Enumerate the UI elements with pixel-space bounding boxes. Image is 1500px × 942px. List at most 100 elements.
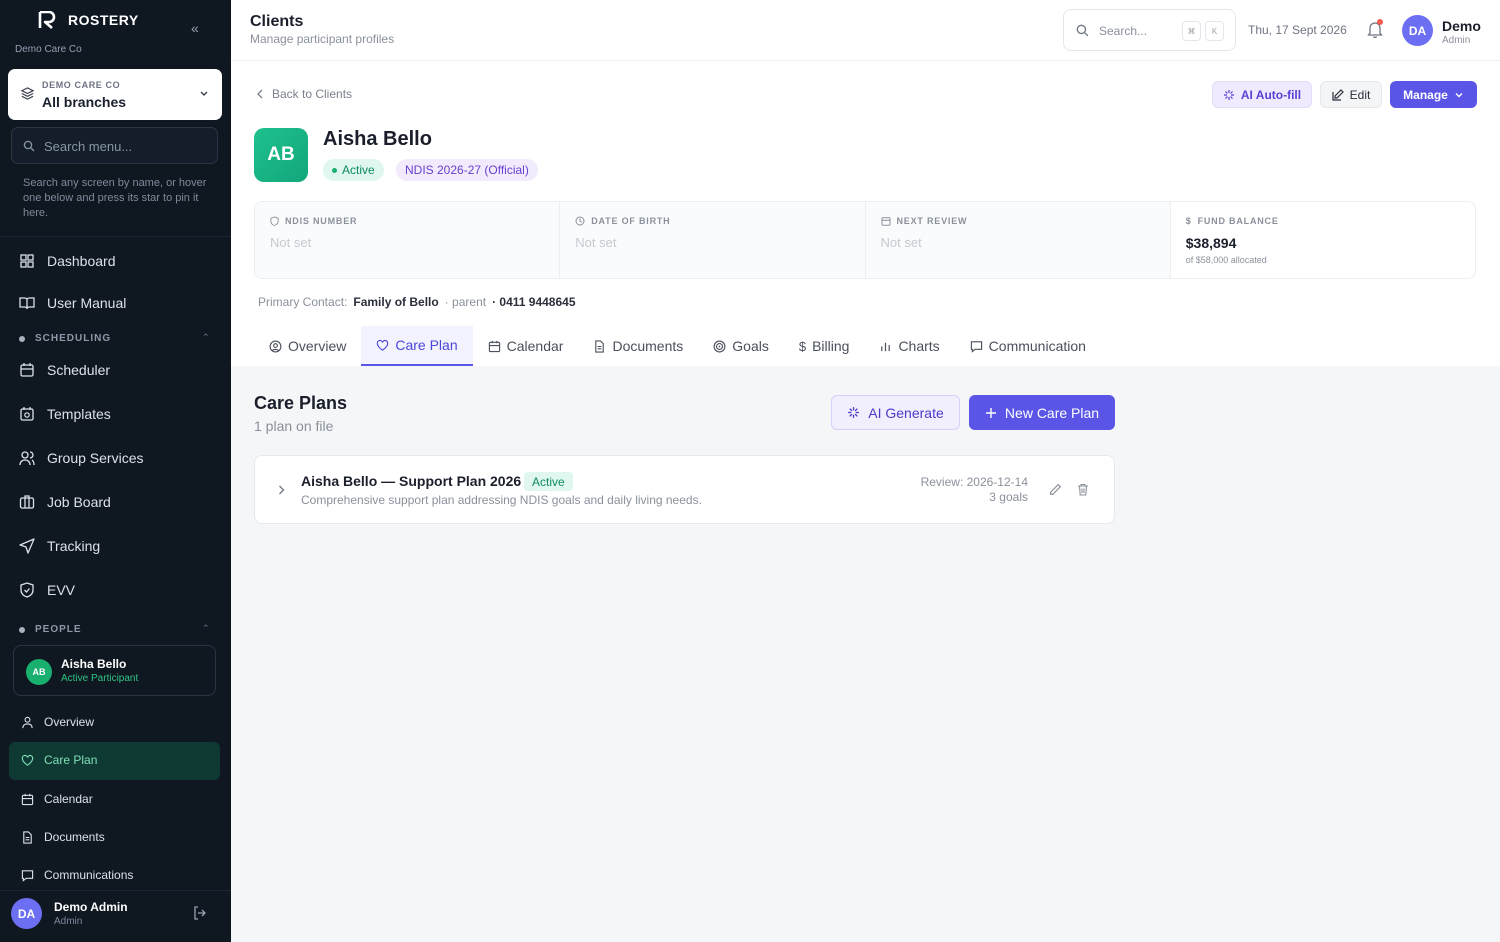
tab-calendar[interactable]: Calendar xyxy=(473,326,579,366)
sidebar: ROSTERY « Demo Care Co DEMO CARE CO All … xyxy=(0,0,231,942)
stat-key-label: DATE OF BIRTH xyxy=(591,216,671,226)
heart-icon xyxy=(377,339,389,351)
ai-generate-label: AI Generate xyxy=(868,404,944,421)
avatar[interactable]: DA xyxy=(11,898,42,929)
sidebar-item-communications[interactable]: Communications xyxy=(21,868,133,882)
section-people[interactable]: PEOPLE ⌃ xyxy=(19,623,210,635)
top-user-name[interactable]: Demo xyxy=(1442,18,1481,34)
sidebar-item-label: Job Board xyxy=(47,494,111,510)
section-scheduling[interactable]: SCHEDULING ⌃ xyxy=(19,332,210,344)
stat-key: $ FUND BALANCE xyxy=(1186,216,1279,226)
sidebar-divider xyxy=(0,236,231,237)
stat-value: Not set xyxy=(270,235,312,250)
stat-ndis-number: NDIS NUMBER Not set xyxy=(255,202,561,278)
edit-button[interactable]: Edit xyxy=(1320,81,1382,108)
sidebar-item-group-services[interactable]: Group Services xyxy=(19,450,143,466)
sidebar-item-user-manual[interactable]: User Manual xyxy=(19,295,126,311)
ai-generate-button[interactable]: AI Generate xyxy=(831,395,960,430)
sparkle-icon xyxy=(1223,89,1234,100)
calendar-icon xyxy=(488,340,500,352)
sidebar-item-dashboard[interactable]: Dashboard xyxy=(19,253,116,269)
care-plan-row[interactable]: Aisha Bello — Support Plan 2026 Active C… xyxy=(254,455,1115,524)
new-care-plan-label: New Care Plan xyxy=(1004,404,1100,421)
sidebar-item-evv[interactable]: EVV xyxy=(19,582,75,598)
navigation-icon xyxy=(19,538,35,554)
sidebar-item-documents[interactable]: Documents xyxy=(21,830,105,844)
message-icon xyxy=(21,869,34,882)
sidebar-item-scheduler[interactable]: Scheduler xyxy=(19,362,110,378)
branch-selector[interactable]: DEMO CARE CO All branches xyxy=(8,69,222,120)
edit-label: Edit xyxy=(1349,87,1371,102)
care-plans-title: Care Plans xyxy=(254,393,348,413)
contact-phone[interactable]: · 0411 9448645 xyxy=(492,295,575,309)
chevron-right-icon[interactable] xyxy=(277,484,286,496)
sidebar-item-label: Tracking xyxy=(47,538,101,554)
kbd-k: K xyxy=(1205,21,1224,41)
contact-relationship: · parent xyxy=(444,295,487,309)
trash-icon[interactable] xyxy=(1077,483,1089,496)
current-person-card[interactable]: AB Aisha Bello Active Participant xyxy=(13,645,216,696)
menu-search-placeholder: Search menu... xyxy=(44,139,133,154)
document-icon xyxy=(23,830,32,844)
stat-date-of-birth: DATE OF BIRTH Not set xyxy=(560,202,866,278)
tab-label: Overview xyxy=(288,338,347,354)
tab-label: Billing xyxy=(812,338,850,354)
sidebar-item-templates[interactable]: Templates xyxy=(19,406,111,422)
back-link[interactable]: Back to Clients xyxy=(256,87,352,101)
person-name: Aisha Bello xyxy=(61,657,127,671)
sidebar-item-overview[interactable]: Overview xyxy=(21,715,94,729)
tab-documents[interactable]: Documents xyxy=(578,326,698,366)
avatar[interactable]: DA xyxy=(1402,15,1433,46)
ai-autofill-button[interactable]: AI Auto-fill xyxy=(1212,81,1312,108)
global-search-placeholder: Search... xyxy=(1099,24,1148,38)
contact-name: Family of Bello xyxy=(353,295,439,309)
bar-chart-icon xyxy=(881,342,891,351)
manage-button[interactable]: Manage xyxy=(1390,81,1477,108)
tab-overview[interactable]: Overview xyxy=(254,326,361,366)
book-icon xyxy=(19,297,35,310)
stat-key-label: NDIS NUMBER xyxy=(285,216,358,226)
tab-label: Charts xyxy=(898,338,940,354)
tab-communication[interactable]: Communication xyxy=(955,326,1101,366)
brand[interactable]: ROSTERY xyxy=(38,11,139,29)
section-dot xyxy=(19,626,25,633)
user-role: Admin xyxy=(54,916,83,927)
shield-check-icon xyxy=(20,582,34,598)
status-dot xyxy=(332,167,337,173)
section-label: SCHEDULING xyxy=(35,333,112,344)
new-care-plan-button[interactable]: New Care Plan xyxy=(969,395,1115,430)
branch-org-label: DEMO CARE CO xyxy=(42,80,121,90)
user-name: Demo Admin xyxy=(54,900,128,914)
contact-label: Primary Contact: xyxy=(258,295,348,309)
edit-icon[interactable] xyxy=(1049,483,1062,496)
status-label: Active xyxy=(342,163,375,177)
target-icon xyxy=(713,340,726,352)
manage-label: Manage xyxy=(1403,87,1448,102)
page-title: Clients xyxy=(250,13,304,30)
tab-care-plan[interactable]: Care Plan xyxy=(361,326,473,366)
tab-charts[interactable]: Charts xyxy=(864,326,954,366)
users-icon xyxy=(19,451,35,466)
edit-icon xyxy=(1332,88,1344,101)
menu-search-input[interactable]: Search menu... xyxy=(11,127,218,164)
person-status: Active Participant xyxy=(61,673,139,684)
tab-goals[interactable]: Goals xyxy=(698,326,784,366)
sidebar-item-tracking[interactable]: Tracking xyxy=(19,538,100,554)
user-circle-icon xyxy=(269,340,282,352)
stat-key: NEXT REVIEW xyxy=(881,216,968,226)
tab-label: Communication xyxy=(988,338,1086,354)
logout-icon[interactable] xyxy=(193,906,207,920)
stats-row: NDIS NUMBER Not set DATE OF BIRTH Not se… xyxy=(254,201,1476,279)
sidebar-item-care-plan[interactable]: Care Plan xyxy=(21,753,97,767)
global-search-input[interactable]: Search... ⌘ K xyxy=(1063,9,1236,51)
sidebar-item-job-board[interactable]: Job Board xyxy=(19,494,111,510)
top-user-role: Admin xyxy=(1442,35,1471,46)
tab-label: Goals xyxy=(732,338,769,354)
stat-key: DATE OF BIRTH xyxy=(575,216,670,226)
collapse-sidebar-icon[interactable]: « xyxy=(191,20,199,36)
sidebar-item-calendar[interactable]: Calendar xyxy=(21,792,93,806)
grid-icon xyxy=(20,254,34,268)
document-icon xyxy=(595,339,605,353)
tab-billing[interactable]: $ Billing xyxy=(784,326,865,366)
branch-value: All branches xyxy=(42,94,127,110)
